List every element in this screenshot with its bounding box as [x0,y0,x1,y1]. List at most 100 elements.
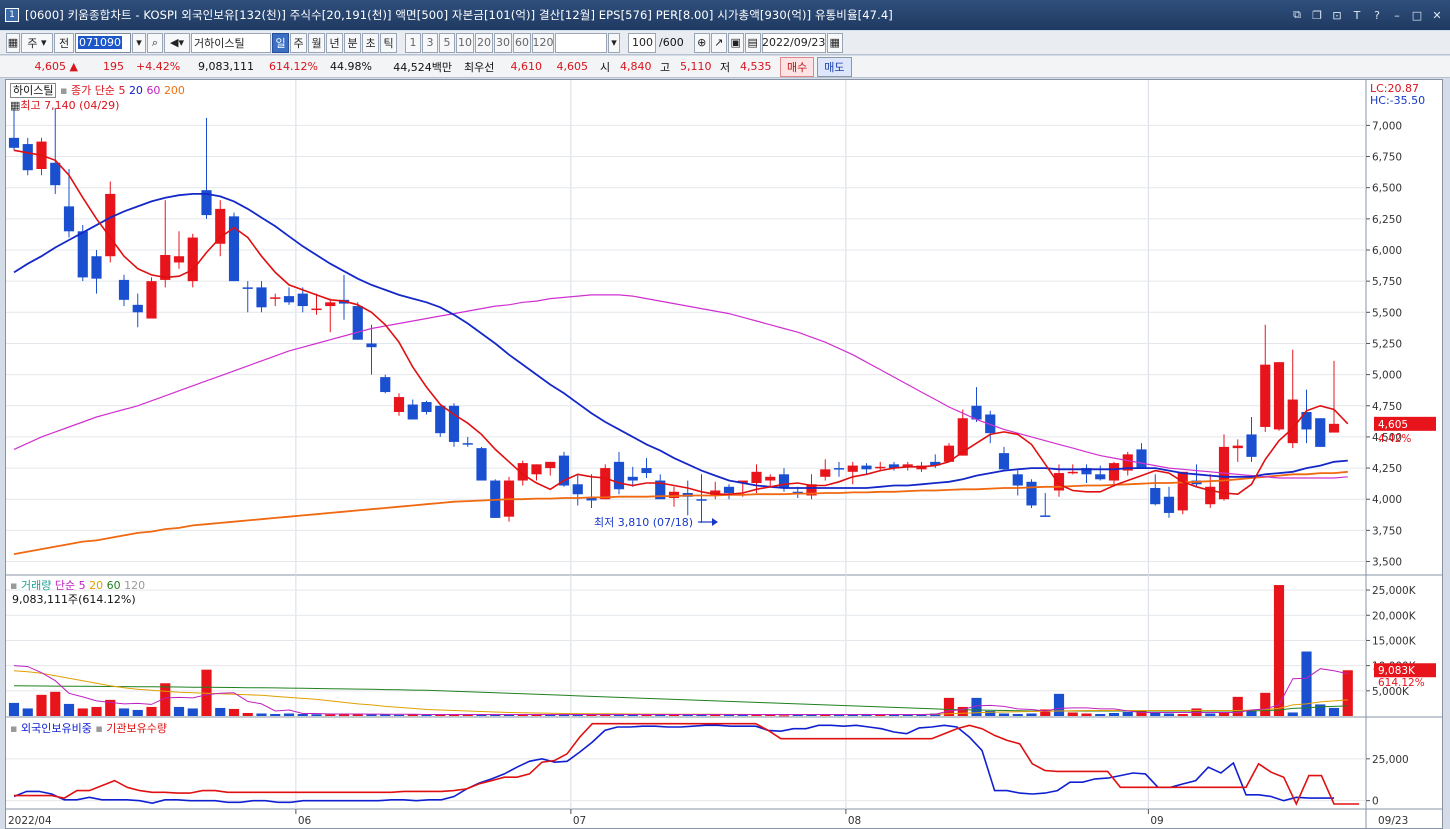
interval-custom-input[interactable] [555,32,607,53]
volume-bar [1273,585,1285,716]
price-tick-label: 6,750 [1372,152,1402,164]
minimize-icon[interactable]: – [1390,8,1404,22]
stock-code-input[interactable]: 071090 [75,32,131,53]
candle-body [1328,423,1340,433]
candle-body [462,443,473,445]
interval-tab-3[interactable]: 10 [456,32,474,53]
quote-bar: 4,605 ▲ 195 +4.42% 9,083,111 614.12% 44.… [0,56,1450,78]
foreign-tick-label: 25,000 [1372,754,1409,766]
pin-icon[interactable]: ⊡ [1330,8,1344,22]
candle-body [187,237,198,282]
period-tab-3[interactable]: 년 [326,32,343,53]
help-icon[interactable]: ? [1370,8,1384,22]
interval-tab-7[interactable]: 120 [532,32,554,53]
price-tick-label: 5,500 [1372,307,1402,319]
interval-tabs: 1 3 5 10 20 30 60 120 [405,32,554,53]
candle-body [105,193,116,257]
maximize-icon[interactable]: □ [1410,8,1424,22]
chart-canvas[interactable]: 3,5003,7504,0004,2504,5004,7505,0005,250… [6,80,1442,828]
candle-body [77,231,88,278]
count-input[interactable]: 100 [628,32,656,53]
drawing-tool-icon[interactable]: ↗ [710,32,727,53]
print-icon[interactable]: ▤ [744,32,761,53]
prev-button[interactable]: 전 [54,32,74,53]
close-icon[interactable]: ✕ [1430,8,1444,22]
candle-body [297,293,308,307]
interval-tab-2[interactable]: 5 [439,32,455,53]
sell-button[interactable]: 매도 [817,56,852,77]
candle-body [668,491,680,498]
buy-button[interactable]: 매수 [780,56,815,77]
stock-name: 하이스틸 [204,36,245,50]
speaker-icon[interactable]: ◀▾ [164,32,190,53]
candle-body [1067,471,1078,474]
interval-tab-4[interactable]: 20 [475,32,493,53]
x-axis-label: 08 [848,815,861,827]
candle-body [627,476,638,481]
volume-bar [875,714,886,716]
interval-tab-6[interactable]: 60 [513,32,531,53]
period-tab-4[interactable]: 분 [344,32,361,53]
price-legend-ma5: 5 [118,84,126,97]
price-tick-label: 6,000 [1372,245,1402,257]
price-tick-label: 5,750 [1372,276,1402,288]
volume-bar [1287,712,1298,716]
link-icon[interactable]: ⧉ [1290,8,1304,22]
candle-body [696,499,707,501]
chart-area[interactable]: 3,500 3,750 4,000 4,250 4,500 4,750 5,000 5,250… [5,79,1443,829]
period-tab-1[interactable]: 주 [290,32,307,53]
code-dropdown-icon[interactable]: ▾ [132,32,146,53]
interval-tab-5[interactable]: 30 [494,32,512,53]
x-axis-label: 07 [573,815,586,827]
stock-name-field[interactable]: 거 하이스틸 [191,32,271,53]
candle-body [1095,474,1106,480]
high-label: 고 [660,60,671,74]
copy-window-icon[interactable]: ❐ [1310,8,1324,22]
candle-body [1040,515,1051,517]
period-tab-5[interactable]: 초 [362,32,379,53]
period-tab-0[interactable]: 일 [272,32,289,53]
interval-tab-0[interactable]: 1 [405,32,421,53]
volume-bar [1205,713,1216,716]
price-tick-label: 3,500 [1372,557,1402,569]
date-input[interactable]: 2022/09/23 [761,32,826,53]
volume-bar [1301,651,1312,716]
candle-body [600,468,611,500]
calendar-icon[interactable]: ▦ [826,32,843,53]
candle-body [22,144,33,171]
volume-bar [723,714,735,716]
foreign-ratio-line [13,724,1334,805]
volume-bar [1315,704,1326,716]
price-tick-label: 4,250 [1372,463,1402,475]
volume-bar [1150,712,1161,716]
candle-body [833,468,845,470]
window-titlebar: 1 [0600] 키움종합차트 - KOSPI 외국인보유[132(천)] 주식… [0,0,1450,30]
volume-bar [146,706,157,716]
candle-body [242,287,253,289]
candle-body [1150,488,1161,505]
volume-bar [283,713,295,716]
price-tick-label: 7,000 [1372,120,1402,132]
indicator-icon[interactable]: ⊕ [693,32,710,53]
price-change-pct: +4.42% [136,60,181,73]
candle-body [50,162,61,186]
candle-body [435,405,446,434]
price-tick-label: 6,250 [1372,214,1402,226]
candle-body [985,414,996,434]
interval-tab-1[interactable]: 3 [422,32,438,53]
period-tab-2[interactable]: 월 [308,32,325,53]
search-icon[interactable]: ⌕ [147,32,163,53]
grid-menu-icon[interactable]: ▦ [6,32,20,53]
text-size-icon[interactable]: T [1350,8,1364,22]
volume-bar [531,714,542,716]
market-select[interactable]: 주 ▾ [21,32,53,53]
volume-bar [77,708,88,716]
volume-bar [393,714,405,716]
period-tab-6[interactable]: 틱 [380,32,397,53]
save-icon[interactable]: ▣ [727,32,744,53]
chart-toolbar: ▦ 주 ▾ 전 071090 ▾ ⌕ ◀▾ 거 하이스틸 일주월년분초틱 135… [0,31,1450,55]
interval-dropdown-icon[interactable]: ▾ [608,32,620,53]
trade-amount: 44,524백만 [393,60,452,74]
volume-bar [1053,693,1065,716]
candle-body [132,304,143,313]
